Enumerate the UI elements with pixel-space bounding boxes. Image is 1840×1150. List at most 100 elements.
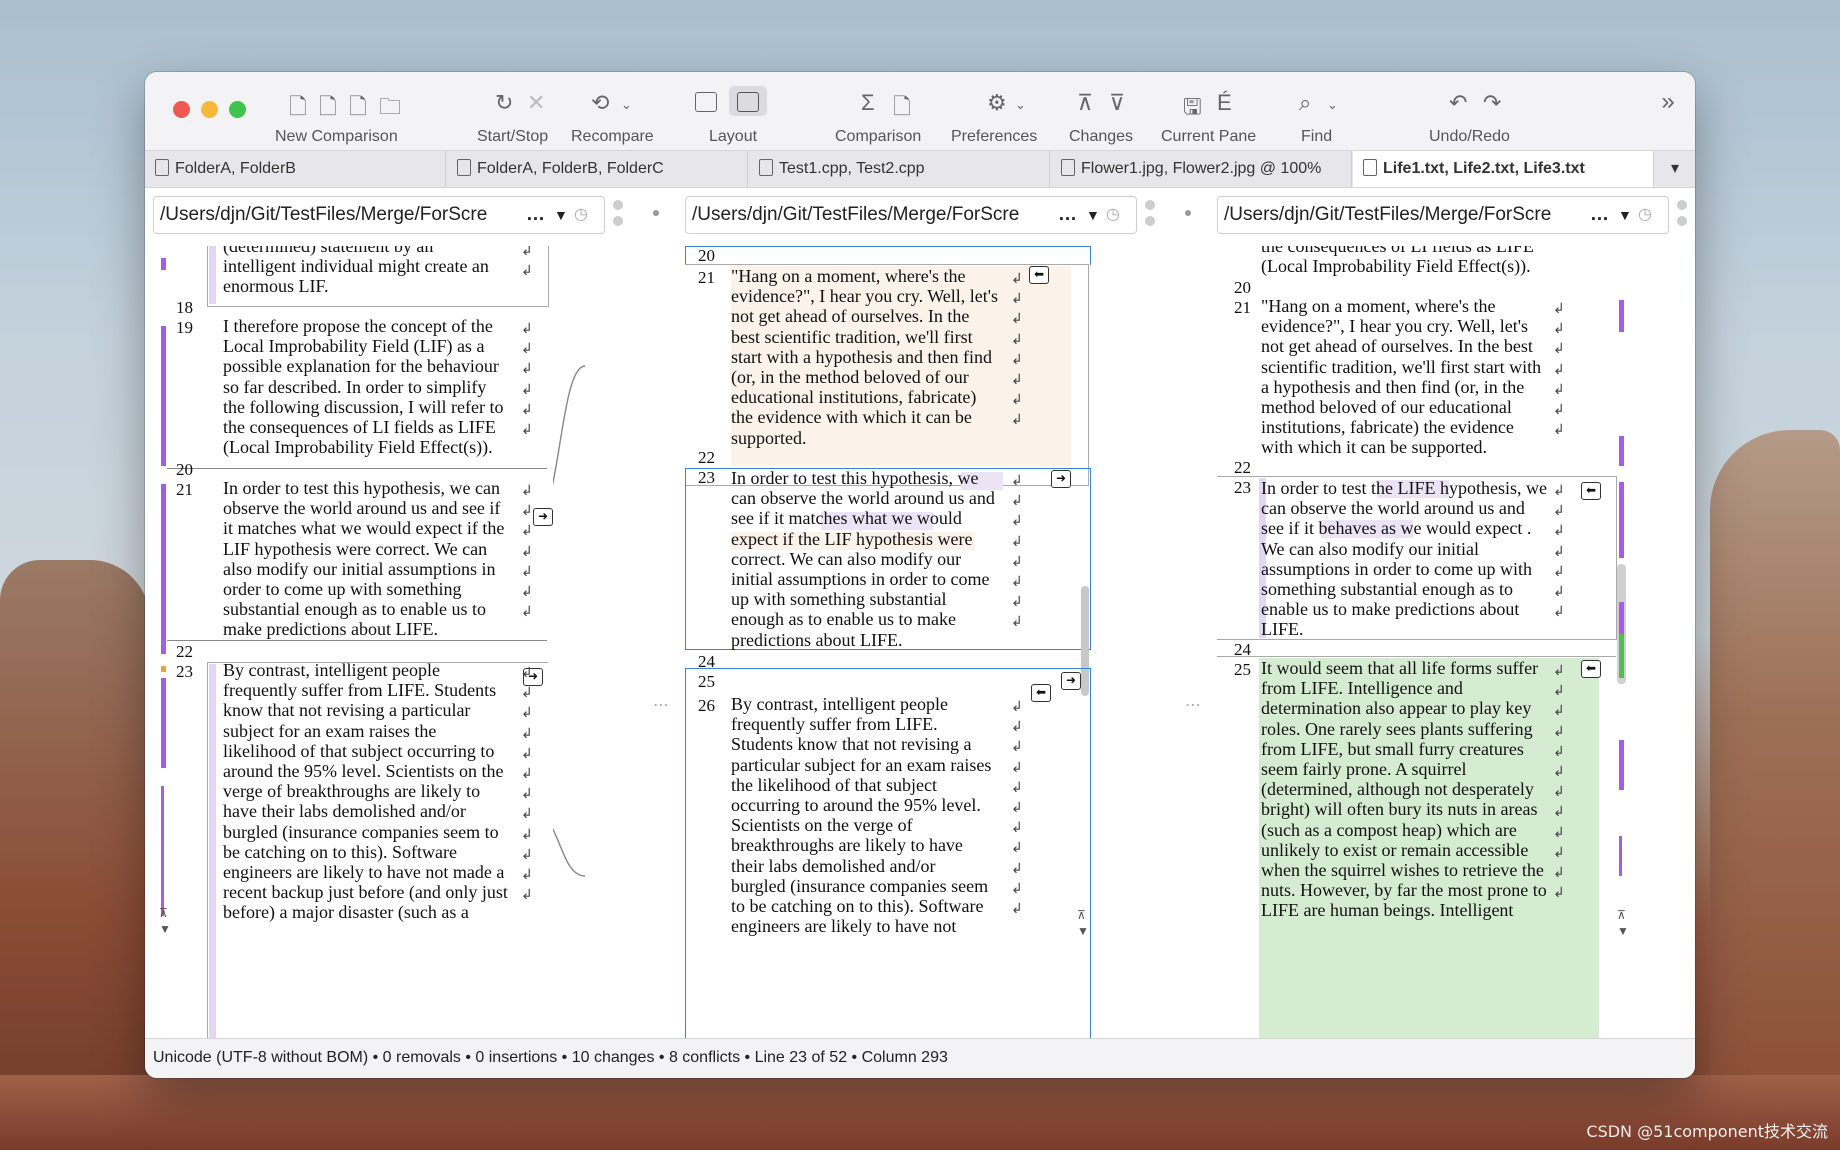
scroll-up-icon[interactable]: ⊼ <box>159 906 168 920</box>
wrap-icon: ↲ <box>1553 682 1565 699</box>
wrap-icon: ↲ <box>1011 290 1023 307</box>
copy-left-arrow-button[interactable]: ⬅ <box>1029 266 1049 284</box>
wrap-icon: ↲ <box>1011 310 1023 327</box>
layout-control[interactable]: Layout <box>685 86 785 145</box>
pane-separator-dot <box>1185 210 1191 216</box>
text-line: can observe the world around us and <box>731 488 995 509</box>
tab-bar: FolderA, FolderB FolderA, FolderB, Folde… <box>145 150 1695 188</box>
wrap-icon: ↲ <box>521 724 533 741</box>
preferences-button[interactable]: ⚙ ⌄ Preferences <box>951 90 1051 145</box>
text-line: burgled (insurance companies seem to <box>223 821 499 842</box>
folder-icon <box>155 159 169 176</box>
start-stop-button[interactable]: ↻ ✕ Start/Stop <box>465 90 565 145</box>
comparison-button[interactable]: Σ 🗋 Comparison <box>835 90 945 145</box>
text-line: up with something substantial <box>731 589 947 610</box>
middle-path-field[interactable]: /Users/djn/Git/TestFiles/Merge/ForScre …… <box>685 196 1137 234</box>
history-icon[interactable]: ◷ <box>1638 197 1652 233</box>
text-line: so far described. In order to simplify <box>223 376 487 397</box>
text-line: not get ahead of ourselves. In the <box>731 306 970 327</box>
copy-left-arrow-button[interactable]: ⬅ <box>1581 482 1601 500</box>
new-folder-compare-icon: 🗋 <box>319 94 337 119</box>
copy-left-arrow-button[interactable]: ⬅ <box>1581 660 1601 678</box>
overflow-chevron-icon[interactable]: » <box>1653 88 1683 118</box>
layout-two-pane-icon[interactable] <box>695 92 717 112</box>
minimize-window-button[interactable] <box>201 101 218 118</box>
copy-right-arrow-button[interactable]: ➜ <box>533 508 553 526</box>
chevron-down-icon[interactable]: ▼ <box>1086 197 1100 233</box>
gutter-marker <box>161 786 164 916</box>
svg-text:⋯: ⋯ <box>1185 695 1201 714</box>
chevron-down-icon[interactable]: ▼ <box>554 197 568 233</box>
scroll-down-icon[interactable]: ▼ <box>1617 924 1629 938</box>
text-line: institutions, fabricate) the evidence <box>1261 417 1514 438</box>
overview-marker <box>1619 740 1624 790</box>
copy-right-arrow-button[interactable]: ➜ <box>1061 672 1081 690</box>
scroll-up-icon[interactable]: ⊼ <box>1077 908 1086 922</box>
text-line: enable us to make predictions about <box>1261 599 1520 620</box>
scroll-down-icon[interactable]: ▼ <box>159 922 171 936</box>
file-icon <box>1363 159 1377 176</box>
wrap-icon: ↲ <box>521 583 533 599</box>
undo-redo-button[interactable]: ↶ ↷ Undo/Redo <box>1425 90 1535 145</box>
new-comparison-button[interactable]: 🗋 🗋 🗋 🗀 New Comparison <box>245 94 445 145</box>
diff-divider <box>167 640 547 641</box>
left-pane[interactable]: ⊼ ▼ (determined) statement by an intelli… <box>153 246 553 1038</box>
wrap-icon: ↲ <box>521 400 533 417</box>
gear-icon: ⚙ <box>987 90 1007 115</box>
new-three-way-icon: 🗋 <box>349 94 367 119</box>
current-pane-button[interactable]: 🖫 É Current Pane <box>1161 90 1271 145</box>
text-line: I therefore propose the concept of the <box>223 316 493 336</box>
line-number: 23 <box>176 662 193 681</box>
right-pane[interactable]: the consequences of LI fields as LIFE (L… <box>1217 246 1687 1038</box>
change-stripe <box>209 246 216 304</box>
layout-label: Layout <box>709 128 758 145</box>
tab-flower-jpg[interactable]: Flower1.jpg, Flower2.jpg @ 100% <box>1051 151 1352 187</box>
text-line: correct. We can also modify our <box>731 548 962 569</box>
tab-folderA-folderB[interactable]: FolderA, FolderB <box>145 151 446 187</box>
text-line: best scientific tradition, we'll first <box>731 326 973 347</box>
save-icon: 🖫 <box>1183 94 1202 119</box>
overview-marker <box>1619 482 1624 558</box>
sigma-icon: Σ <box>861 90 875 115</box>
find-button[interactable]: ⌕ ⌄ Find <box>1285 90 1365 145</box>
right-path-field[interactable]: /Users/djn/Git/TestFiles/Merge/ForScre …… <box>1217 196 1669 234</box>
history-icon[interactable]: ◷ <box>1106 197 1120 233</box>
line-number: 18 <box>176 298 193 317</box>
copy-left-arrow-button[interactable]: ⬅ <box>1031 684 1051 702</box>
tab-folderA-folderB-folderC[interactable]: FolderA, FolderB, FolderC <box>447 151 748 187</box>
wrap-icon: ↲ <box>1011 552 1023 569</box>
history-icon[interactable]: ◷ <box>574 197 588 233</box>
text-line: the likelihood of that subject <box>731 774 937 795</box>
close-window-button[interactable] <box>173 101 190 118</box>
document-icon: 🗋 <box>893 94 911 119</box>
background-rock-left <box>0 560 150 1150</box>
tab-test-cpp[interactable]: Test1.cpp, Test2.cpp <box>749 151 1050 187</box>
recompare-button[interactable]: ⟲ ⌄ Recompare <box>571 90 671 145</box>
text-line: By contrast, intelligent people <box>731 694 948 714</box>
changes-button[interactable]: ⊼ ⊽ Changes <box>1065 90 1145 145</box>
wrap-icon: ↲ <box>1553 380 1565 397</box>
wrap-icon: ↲ <box>1553 662 1565 678</box>
zoom-window-button[interactable] <box>229 101 246 118</box>
chevron-down-icon[interactable]: ▼ <box>1618 197 1632 233</box>
line-number: 22 <box>1234 458 1251 477</box>
line-number: 20 <box>1234 278 1251 297</box>
copy-right-arrow-button[interactable]: ➜ <box>1051 470 1071 488</box>
text-line: predictions about LIFE. <box>731 629 903 650</box>
tab-life-txt[interactable]: Life1.txt, Life2.txt, Life3.txt <box>1353 151 1654 187</box>
wrap-icon: ↲ <box>1011 819 1023 836</box>
left-path-field[interactable]: /Users/djn/Git/TestFiles/Merge/ForScre …… <box>153 196 605 234</box>
scroll-up-icon[interactable]: ⊼ <box>1617 908 1626 922</box>
scroll-down-icon[interactable]: ▼ <box>1077 924 1089 938</box>
undo-icon: ↶ <box>1449 90 1468 115</box>
text-line: subject for an exam raises the <box>223 720 437 741</box>
wrap-icon: ↲ <box>521 522 533 539</box>
middle-pane[interactable]: 20 21 ⬅ 22 23 ➜ 24 25 ⬅ ➜ 26 ⊼ ▼ "Hang o… <box>685 246 1105 1038</box>
text-line: the consequences of LI fields as LIFE <box>223 417 496 437</box>
tab-overflow-menu[interactable]: ▾ <box>1655 151 1695 187</box>
redo-icon: ↷ <box>1483 90 1502 115</box>
text-line: "Hang on a moment, where's the <box>1261 296 1496 316</box>
wrap-icon: ↲ <box>1011 350 1023 367</box>
text-line: LIF hypothesis were correct. We can <box>223 538 488 559</box>
text-line: enormous LIF. <box>223 276 329 296</box>
